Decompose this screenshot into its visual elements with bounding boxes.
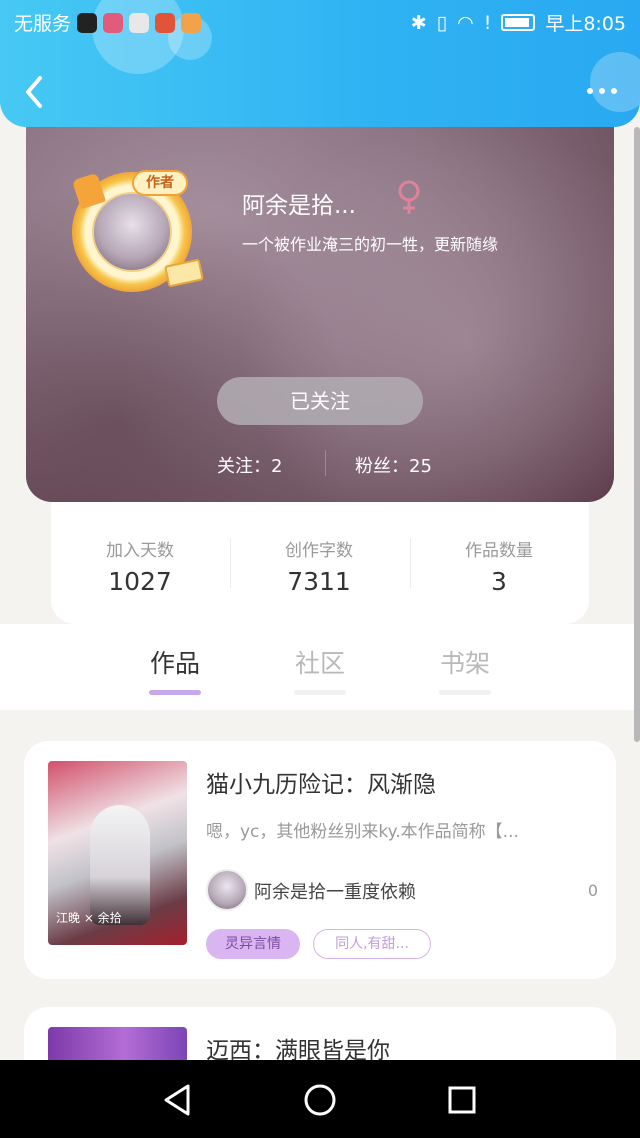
fans-count[interactable]: 粉丝：25 (355, 452, 432, 478)
author-badge: 作者 (132, 170, 188, 196)
stat-value: 7311 (287, 567, 351, 596)
tab-works[interactable]: 作品 (135, 644, 215, 680)
battery-icon (501, 14, 536, 31)
vibrate-icon: ▯ (436, 11, 448, 34)
author-stats-card: 加入天数 1027 创作字数 7311 作品数量 3 (51, 500, 589, 624)
female-icon (398, 180, 420, 214)
baidu-icon (129, 12, 150, 33)
tab-bar: 作品 社区 书架 (0, 624, 640, 710)
divider (325, 450, 326, 476)
back-triangle-icon[interactable] (158, 1080, 198, 1120)
scrollbar[interactable] (634, 127, 640, 742)
stat-value: 1027 (108, 567, 172, 596)
divider (410, 538, 411, 588)
author-name: 阿余是拾... (242, 193, 356, 219)
work-cover-image[interactable]: 江晚 × 余拾 (48, 761, 187, 945)
stat-word-count: 创作字数 7311 (234, 536, 404, 596)
avatar-image (92, 192, 172, 272)
profile-card: 作者 阿余是拾... 一个被作业淹三的初一牲，更新随缘 已关注 关注：2 粉丝：… (26, 100, 614, 502)
system-nav-bar (0, 1060, 640, 1138)
more-dots-icon[interactable] (582, 76, 622, 106)
stat-value: 3 (491, 567, 507, 596)
cover-art-text: 江晚 × 余拾 (56, 911, 122, 925)
app-notification-icon (103, 12, 124, 33)
stat-label: 创作字数 (285, 541, 353, 561)
bluetooth-icon: ✱ (410, 11, 427, 34)
author-avatar[interactable]: 作者 (66, 162, 204, 297)
follow-button[interactable]: 已关注 (217, 377, 423, 425)
following-count[interactable]: 关注：2 (217, 452, 282, 478)
work-card[interactable]: 江晚 × 余拾 猫小九历险记：风渐隐 嗯，yc，其他粉丝别来ky.本作品简称【.… (24, 741, 616, 979)
author-bio: 一个被作业淹三的初一牲，更新随缘 (242, 235, 499, 254)
work-tag-keywords[interactable]: 同人,有甜... (313, 929, 431, 959)
status-bar: 无服务 ✱ ▯ ◠ ! 早上8:05 (0, 0, 640, 44)
wifi-icon: ◠ (457, 11, 474, 34)
recents-square-icon[interactable] (442, 1080, 482, 1120)
work-author-name[interactable]: 阿余是拾一重度依赖 (254, 878, 416, 904)
tab-indicator (439, 690, 491, 695)
stat-works-count: 作品数量 3 (414, 536, 584, 596)
tab-indicator (294, 690, 346, 695)
tab-community[interactable]: 社区 (280, 644, 360, 680)
video-app-icon (181, 12, 202, 33)
chevron-left-icon[interactable] (20, 72, 50, 112)
news-app-icon (155, 12, 176, 33)
carrier-text: 无服务 (14, 13, 72, 35)
work-count: 0 (587, 881, 598, 900)
work-description: 嗯，yc，其他粉丝别来ky.本作品简称【... (206, 822, 519, 842)
home-circle-icon[interactable] (300, 1080, 340, 1120)
clock-text: 早上8:05 (545, 13, 626, 35)
status-bar-left: 无服务 (14, 9, 202, 36)
work-author-avatar[interactable] (206, 869, 248, 911)
tiktok-icon (77, 12, 98, 33)
status-bar-right: ✱ ▯ ◠ ! 早上8:05 (411, 9, 626, 36)
stat-join-days: 加入天数 1027 (55, 536, 225, 596)
tab-bookshelf[interactable]: 书架 (425, 644, 505, 680)
stat-label: 作品数量 (465, 541, 533, 561)
sim-alert-icon: ! (483, 11, 492, 34)
tab-indicator-active (149, 690, 201, 695)
stat-label: 加入天数 (106, 541, 174, 561)
work-title[interactable]: 猫小九历险记：风渐隐 (206, 765, 436, 799)
divider (230, 538, 231, 588)
work-tag-genre[interactable]: 灵异言情 (206, 929, 300, 959)
